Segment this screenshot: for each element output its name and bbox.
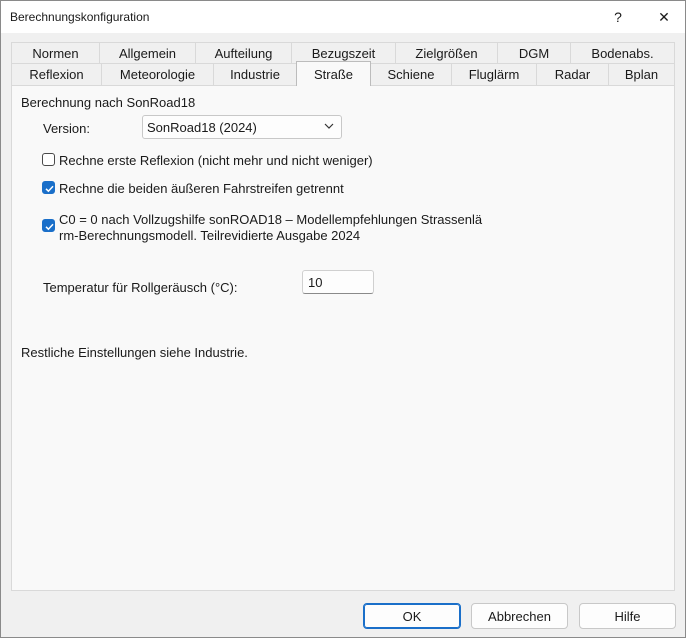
fahrstreifen-checkbox-label: Rechne die beiden äußeren Fahrstreifen g… <box>59 181 344 196</box>
help-button[interactable]: Hilfe <box>579 603 676 629</box>
tab-fluglaerm[interactable]: Fluglärm <box>451 63 537 85</box>
c0-checkbox[interactable] <box>42 219 55 232</box>
temperature-label: Temperatur für Rollgeräusch (°C): <box>43 280 238 295</box>
chevron-down-icon <box>324 123 334 129</box>
version-select[interactable]: SonRoad18 (2024) <box>142 115 342 139</box>
tab-bodenabs[interactable]: Bodenabs. <box>570 42 675 64</box>
help-button-titlebar[interactable]: ? <box>595 1 641 33</box>
ok-button[interactable]: OK <box>363 603 461 629</box>
reflexion-checkbox[interactable] <box>42 153 55 166</box>
version-label: Version: <box>43 121 90 136</box>
close-button[interactable]: ✕ <box>641 1 686 33</box>
tab-allgemein[interactable]: Allgemein <box>99 42 196 64</box>
tab-aufteilung[interactable]: Aufteilung <box>195 42 292 64</box>
tab-dgm[interactable]: DGM <box>497 42 571 64</box>
tab-normen[interactable]: Normen <box>11 42 100 64</box>
footer-note: Restliche Einstellungen siehe Industrie. <box>21 345 248 360</box>
checkmark-icon <box>45 185 54 193</box>
cancel-button[interactable]: Abbrechen <box>471 603 568 629</box>
configuration-dialog: Berechnungskonfiguration ? ✕ Normen Allg… <box>0 0 686 638</box>
tab-schiene[interactable]: Schiene <box>370 63 452 85</box>
temperature-input[interactable]: 10 <box>302 270 374 294</box>
temperature-input-value: 10 <box>308 274 323 290</box>
close-icon: ✕ <box>658 8 670 25</box>
tab-zielgroessen[interactable]: Zielgrößen <box>395 42 498 64</box>
tab-industrie[interactable]: Industrie <box>213 63 297 85</box>
fahrstreifen-checkbox[interactable] <box>42 181 55 194</box>
title-bar: Berechnungskonfiguration ? ✕ <box>1 1 685 33</box>
tab-reflexion[interactable]: Reflexion <box>11 63 102 85</box>
tab-meteorologie[interactable]: Meteorologie <box>101 63 214 85</box>
tab-strasse[interactable]: Straße <box>296 61 371 86</box>
tab-radar[interactable]: Radar <box>536 63 609 85</box>
window-title: Berechnungskonfiguration <box>10 10 150 24</box>
version-select-value: SonRoad18 (2024) <box>147 119 257 135</box>
c0-checkbox-label-line2: rm-Berechnungsmodell. Teilrevidierte Aus… <box>59 228 361 243</box>
tab-bplan[interactable]: Bplan <box>608 63 675 85</box>
section-label: Berechnung nach SonRoad18 <box>21 95 196 110</box>
help-icon: ? <box>614 9 622 25</box>
checkmark-icon <box>45 223 54 231</box>
reflexion-checkbox-label: Rechne erste Reflexion (nicht mehr und n… <box>59 153 373 168</box>
c0-checkbox-label-line1: C0 = 0 nach Vollzugshilfe sonROAD18 – Mo… <box>59 212 483 227</box>
